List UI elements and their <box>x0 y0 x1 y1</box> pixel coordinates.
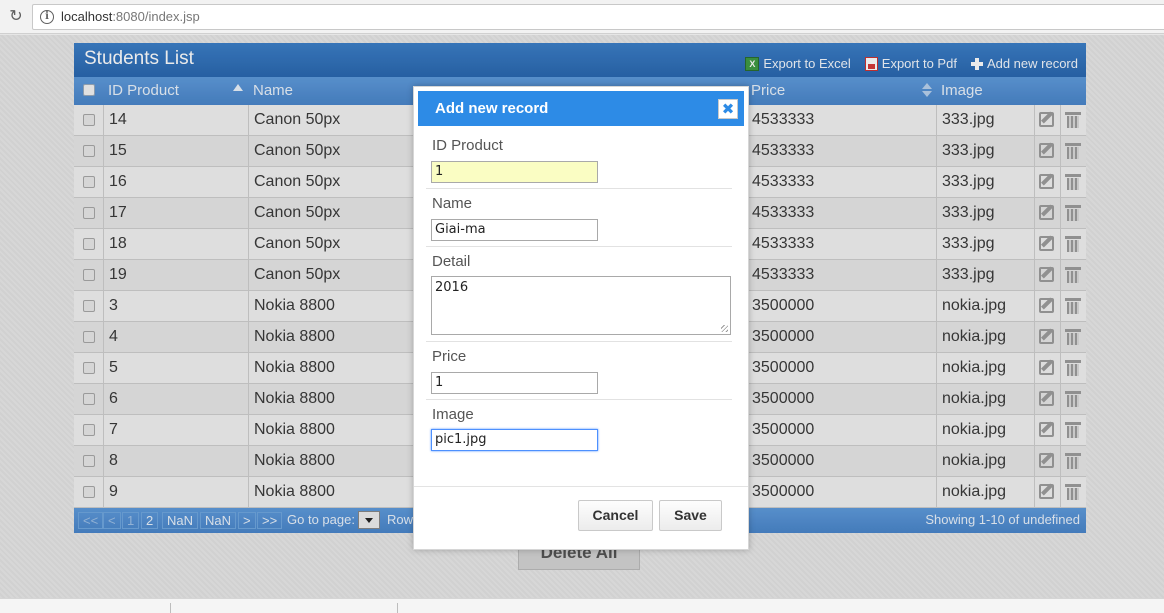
price-label: Price <box>432 348 467 365</box>
field-price: Price 1 <box>426 342 732 400</box>
id-product-input[interactable]: 1 <box>431 161 598 183</box>
id-product-label: ID Product <box>432 137 503 154</box>
reload-icon[interactable]: ↻ <box>7 6 25 26</box>
browser-status-strip <box>0 598 1164 613</box>
url-host: localhost <box>61 9 113 24</box>
field-image: Image pic1.jpg <box>426 400 732 458</box>
add-record-dialog: Add new record ✖ ID Product 1 Name Giai-… <box>413 86 749 550</box>
name-label: Name <box>432 195 473 212</box>
url-path: :8080/index.jsp <box>112 9 200 24</box>
info-icon[interactable]: i <box>40 10 54 24</box>
name-input[interactable]: Giai-ma <box>431 219 598 241</box>
field-name: Name Giai-ma <box>426 189 732 247</box>
close-icon[interactable]: ✖ <box>718 99 738 119</box>
url-text[interactable]: localhost:8080/index.jsp <box>61 9 200 24</box>
address-bar[interactable]: i localhost:8080/index.jsp <box>32 4 1164 30</box>
image-label: Image <box>432 406 474 423</box>
divider <box>397 603 398 613</box>
dialog-footer <box>414 486 748 487</box>
dialog-title-bar: Add new record ✖ <box>418 91 744 126</box>
resize-grip-icon[interactable] <box>721 325 728 332</box>
field-detail: Detail 2016 <box>426 247 732 342</box>
detail-value: 2016 <box>435 280 469 295</box>
field-id-product: ID Product 1 <box>426 131 732 189</box>
detail-textarea[interactable]: 2016 <box>431 276 731 335</box>
browser-toolbar: ↻ i localhost:8080/index.jsp <box>0 0 1164 34</box>
price-input[interactable]: 1 <box>431 372 598 394</box>
divider <box>170 603 171 613</box>
save-button[interactable]: Save <box>659 500 722 531</box>
detail-label: Detail <box>432 253 471 270</box>
image-input[interactable]: pic1.jpg <box>431 429 598 451</box>
cancel-button[interactable]: Cancel <box>578 500 653 531</box>
dialog-title: Add new record <box>435 100 549 117</box>
